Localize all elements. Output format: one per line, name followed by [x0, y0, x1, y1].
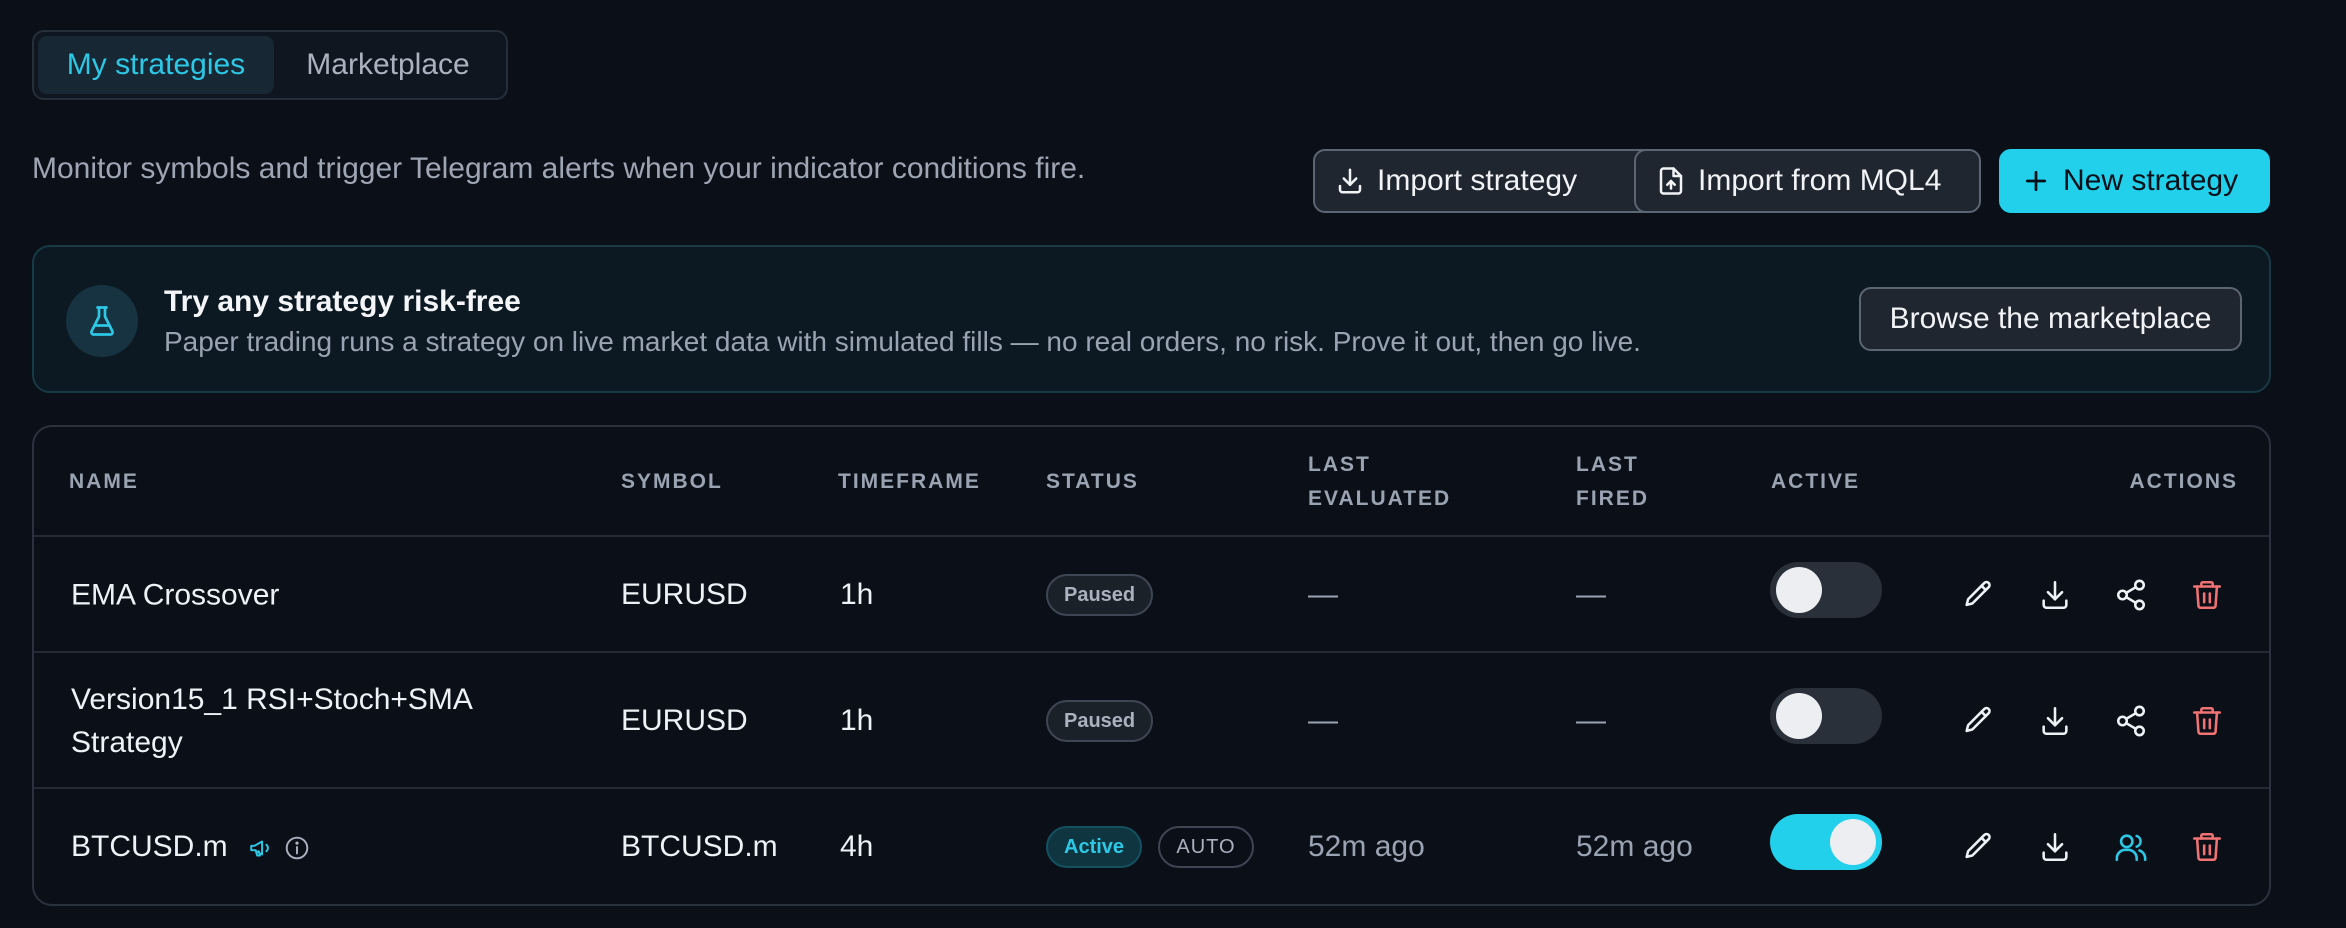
strategy-name: Version15_1 RSI+Stoch+SMA Strategy — [71, 683, 472, 759]
download-icon — [1338, 168, 1362, 194]
trash-icon[interactable] — [2189, 703, 2225, 739]
last-evaluated: — — [1308, 704, 1338, 737]
active-toggle[interactable] — [1770, 562, 1882, 618]
table-row[interactable]: BTCUSD.m BTCUSD.m 4h Active AUTO 52m ago… — [34, 789, 2269, 904]
strategies-page: My strategies Marketplace Monitor symbol… — [0, 0, 2346, 928]
file-upload-icon — [1659, 167, 1683, 195]
status-cell: Paused — [1046, 574, 1154, 616]
active-toggle[interactable] — [1770, 688, 1882, 744]
import-mql4-label: Import from MQL4 — [1698, 164, 1942, 197]
header-status: STATUS — [1046, 470, 1139, 493]
view-tabs: My strategies Marketplace — [32, 30, 508, 100]
table-row[interactable]: EMA Crossover EURUSD 1h Paused — — — [34, 537, 2269, 653]
header-timeframe: TIMEFRAME — [838, 470, 981, 493]
last-evaluated: 52m ago — [1308, 830, 1425, 863]
toggle-knob — [1830, 819, 1876, 865]
last-fired: 52m ago — [1576, 830, 1693, 863]
header-last-evaluated: LAST EVALUATED — [1308, 448, 1451, 516]
edit-icon[interactable] — [1960, 703, 1996, 739]
toggle-knob — [1776, 567, 1822, 613]
tab-marketplace[interactable]: Marketplace — [274, 36, 502, 94]
strategy-timeframe: 1h — [840, 578, 874, 611]
share-icon[interactable] — [2113, 577, 2149, 613]
header-last-fired-line2: FIRED — [1576, 487, 1649, 510]
strategy-symbol: EURUSD — [621, 578, 748, 611]
browse-marketplace-button[interactable]: Browse the marketplace — [1859, 287, 2242, 351]
strategy-name: BTCUSD.m — [71, 830, 228, 863]
import-mql4-button[interactable]: Import from MQL4 — [1634, 149, 1981, 213]
download-icon[interactable] — [2037, 577, 2073, 613]
trash-icon[interactable] — [2189, 829, 2225, 865]
last-fired: — — [1576, 578, 1606, 611]
header-name: NAME — [69, 470, 139, 493]
toggle-knob — [1776, 693, 1822, 739]
header-actions: ACTIONS — [2129, 470, 2238, 493]
new-strategy-button[interactable]: New strategy — [1999, 149, 2270, 213]
paper-trading-banner: Try any strategy risk-free Paper trading… — [32, 245, 2271, 393]
users-icon[interactable] — [2113, 829, 2149, 865]
strategy-flags — [248, 835, 310, 861]
table-row[interactable]: Version15_1 RSI+Stoch+SMA Strategy EURUS… — [34, 653, 2269, 789]
edit-icon[interactable] — [1960, 577, 1996, 613]
new-strategy-label: New strategy — [2063, 164, 2239, 197]
header-last-fired: LAST FIRED — [1576, 448, 1649, 516]
megaphone-icon — [250, 840, 269, 857]
last-fired: — — [1576, 704, 1606, 737]
header-symbol: SYMBOL — [621, 470, 723, 493]
flask-icon — [66, 285, 138, 357]
banner-title: Try any strategy risk-free — [164, 285, 521, 318]
banner-text: Paper trading runs a strategy on live ma… — [164, 326, 1641, 357]
edit-icon[interactable] — [1960, 829, 1996, 865]
strategies-table: NAME SYMBOL TIMEFRAME STATUS LAST EVALUA… — [32, 425, 2271, 906]
strategy-timeframe: 1h — [840, 704, 874, 737]
header-last-fired-line1: LAST — [1576, 453, 1639, 476]
header-active: ACTIVE — [1771, 470, 1861, 493]
info-icon[interactable] — [284, 835, 310, 861]
strategy-timeframe: 4h — [840, 830, 874, 863]
status-badge: Paused — [1046, 574, 1154, 616]
active-toggle[interactable] — [1770, 814, 1882, 870]
status-badge: Paused — [1046, 700, 1154, 742]
strategy-name: EMA Crossover — [71, 578, 280, 612]
strategy-symbol: EURUSD — [621, 704, 748, 737]
status-badge: Active — [1046, 826, 1143, 868]
plus-icon — [2025, 170, 2047, 192]
trash-icon[interactable] — [2189, 577, 2225, 613]
strategy-symbol: BTCUSD.m — [621, 830, 778, 863]
status-cell: Paused — [1046, 700, 1154, 742]
status-cell: Active AUTO — [1046, 826, 1254, 868]
tab-my-strategies[interactable]: My strategies — [38, 36, 274, 94]
header-last-evaluated-line2: EVALUATED — [1308, 487, 1452, 510]
last-evaluated: — — [1308, 578, 1338, 611]
download-icon[interactable] — [2037, 829, 2073, 865]
download-icon[interactable] — [2037, 703, 2073, 739]
page-description: Monitor symbols and trigger Telegram ale… — [32, 152, 1086, 185]
import-strategy-label: Import strategy — [1377, 164, 1578, 197]
import-strategy-button[interactable]: Import strategy — [1313, 149, 1659, 213]
strategy-name-cell: BTCUSD.m — [71, 830, 310, 864]
header-last-evaluated-line1: LAST — [1308, 453, 1371, 476]
mode-badge: AUTO — [1158, 826, 1254, 868]
table-header: NAME SYMBOL TIMEFRAME STATUS LAST EVALUA… — [34, 427, 2269, 537]
share-icon[interactable] — [2113, 703, 2149, 739]
